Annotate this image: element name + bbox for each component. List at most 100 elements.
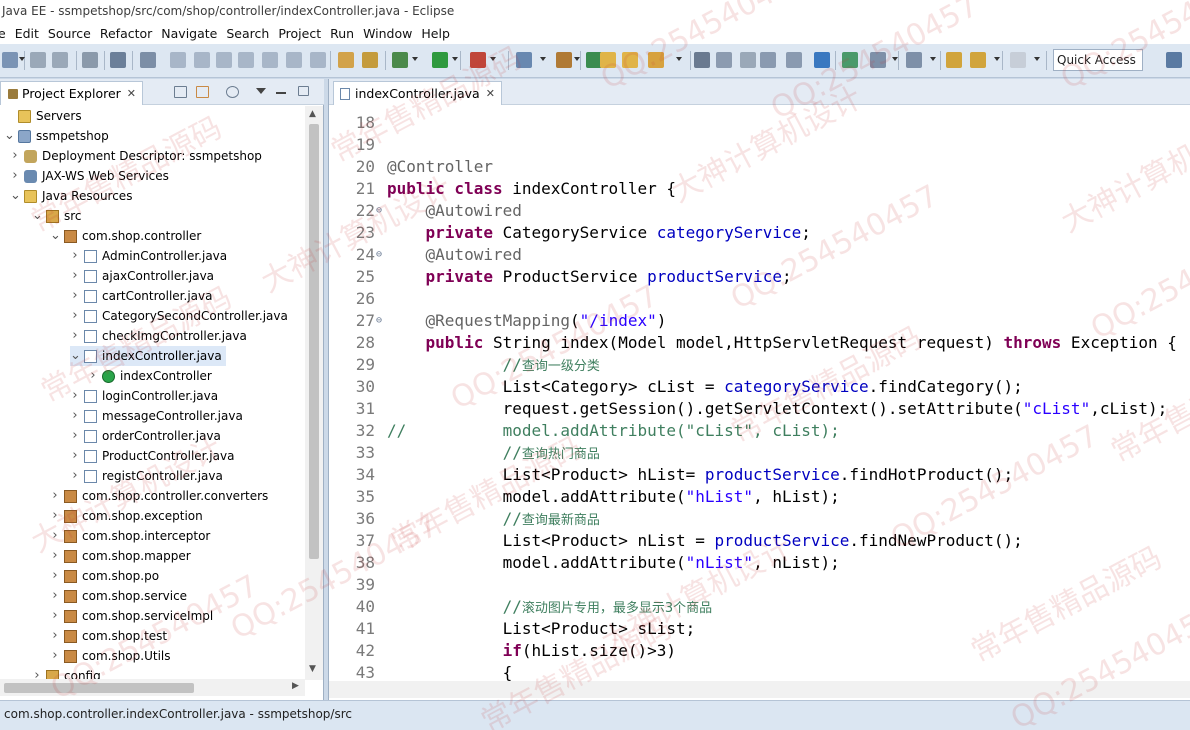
annotation-icon[interactable] xyxy=(716,52,732,68)
chevron-right-icon[interactable]: › xyxy=(70,466,80,486)
chevron-down-icon[interactable] xyxy=(1034,57,1040,61)
tree-item[interactable]: › com.shop.service xyxy=(50,586,187,606)
forward-icon[interactable] xyxy=(1010,52,1026,68)
chevron-down-icon[interactable] xyxy=(452,57,458,61)
tree-item[interactable]: › AdminController.java xyxy=(70,246,227,266)
menu-item-source[interactable]: Source xyxy=(48,26,99,41)
block-selection-icon[interactable] xyxy=(760,52,776,68)
tree-item[interactable]: › registController.java xyxy=(70,466,222,486)
save-icon[interactable] xyxy=(30,52,46,68)
tree-item[interactable]: › config xyxy=(32,666,101,680)
chevron-right-icon[interactable]: › xyxy=(50,526,60,546)
menu-item-search[interactable]: Search xyxy=(226,26,277,41)
step-over-icon[interactable] xyxy=(286,52,302,68)
chevron-right-icon[interactable]: › xyxy=(70,386,80,406)
open-folder-icon[interactable] xyxy=(600,52,616,68)
last-edit-icon[interactable] xyxy=(946,52,962,68)
tree-item[interactable]: › ProductController.java xyxy=(70,446,234,466)
suspend-icon[interactable] xyxy=(194,52,210,68)
step-into-icon[interactable] xyxy=(262,52,278,68)
fold-toggle-icon[interactable]: ⊖ xyxy=(376,244,382,266)
chevron-down-icon[interactable] xyxy=(676,57,682,61)
tab-project-explorer[interactable]: Project Explorer ✕ xyxy=(0,81,144,105)
chevron-down-icon[interactable] xyxy=(540,57,546,61)
chevron-right-icon[interactable]: › xyxy=(50,626,60,646)
tree-item[interactable]: › loginController.java xyxy=(70,386,218,406)
fold-toggle-icon[interactable]: ⊖ xyxy=(376,310,382,332)
prev-annotation-icon[interactable] xyxy=(906,52,922,68)
chevron-right-icon[interactable]: › xyxy=(50,566,60,586)
chevron-down-icon[interactable] xyxy=(574,57,580,61)
close-icon[interactable]: ✕ xyxy=(486,87,495,100)
scroll-up-icon[interactable]: ▲ xyxy=(309,109,316,119)
disconnect-icon[interactable] xyxy=(238,52,254,68)
menu-item-refactor[interactable]: Refactor xyxy=(100,26,160,41)
tree-item[interactable]: › com.shop.exception xyxy=(50,506,202,526)
tree-item[interactable]: › com.shop.po xyxy=(50,566,159,586)
tree-item[interactable]: › CategorySecondController.java xyxy=(70,306,287,326)
chevron-right-icon[interactable]: › xyxy=(70,406,80,426)
minimize-icon[interactable] xyxy=(276,92,286,94)
resume-icon[interactable] xyxy=(170,52,186,68)
code-area[interactable]: 18 19 20 @Controller 21 public class indexCon… xyxy=(329,106,1190,686)
quick-access-input[interactable]: Quick Access xyxy=(1053,49,1143,71)
chevron-right-icon[interactable]: › xyxy=(10,146,20,166)
tree-item[interactable]: › com.shop.interceptor xyxy=(50,526,210,546)
chevron-down-icon[interactable]: ⌄ xyxy=(50,226,61,246)
tree-item[interactable]: Servers xyxy=(4,106,82,126)
tree-vertical-scroll-thumb[interactable] xyxy=(309,124,319,559)
use-step-filters-icon[interactable] xyxy=(338,52,354,68)
tree-item[interactable]: › com.shop.test xyxy=(50,626,167,646)
menu-item-help[interactable]: Help xyxy=(421,26,458,41)
scroll-right-icon[interactable]: ▶ xyxy=(292,681,299,691)
tree-item[interactable]: ⌄ com.shop.controller xyxy=(50,226,201,246)
chevron-right-icon[interactable]: › xyxy=(50,486,60,506)
maximize-icon[interactable] xyxy=(298,86,309,96)
whitespace-icon[interactable] xyxy=(786,52,802,68)
globe-icon[interactable] xyxy=(814,52,830,68)
menu-item-e[interactable]: e xyxy=(0,26,14,41)
chevron-right-icon[interactable]: › xyxy=(50,606,60,626)
tab-index-controller[interactable]: indexController.java ✕ xyxy=(333,81,502,105)
tree-item[interactable]: › Deployment Descriptor: ssmpetshop xyxy=(10,146,262,166)
chevron-right-icon[interactable]: › xyxy=(50,586,60,606)
step-return-icon[interactable] xyxy=(310,52,326,68)
tree-item[interactable]: ⌄ ssmpetshop xyxy=(4,126,109,146)
menu-item-project[interactable]: Project xyxy=(278,26,329,41)
back-icon[interactable] xyxy=(970,52,986,68)
print-icon[interactable] xyxy=(82,52,98,68)
chevron-right-icon[interactable]: › xyxy=(70,286,80,306)
tree-item[interactable]: › checkImgController.java xyxy=(70,326,246,346)
tree-item[interactable]: › JAX-WS Web Services xyxy=(10,166,169,186)
chevron-right-icon[interactable]: › xyxy=(70,306,80,326)
tree-item[interactable]: › com.shop.mapper xyxy=(50,546,190,566)
chevron-right-icon[interactable]: › xyxy=(10,166,20,186)
open-type-icon[interactable] xyxy=(362,52,378,68)
mark-occurrences-icon[interactable] xyxy=(740,52,756,68)
next-annotation-icon[interactable] xyxy=(870,52,886,68)
editor-horizontal-scrollbar[interactable] xyxy=(329,681,1190,698)
new-icon[interactable] xyxy=(2,52,18,68)
collapse-all-icon[interactable] xyxy=(174,86,187,98)
console-icon[interactable] xyxy=(110,52,126,68)
tree-item[interactable]: › orderController.java xyxy=(70,426,221,446)
debug-icon[interactable] xyxy=(392,52,408,68)
menu-item-navigate[interactable]: Navigate xyxy=(161,26,225,41)
tree-horizontal-scrollbar[interactable]: ▶ xyxy=(0,679,305,696)
chevron-right-icon[interactable]: › xyxy=(70,246,80,266)
run-icon[interactable] xyxy=(432,52,448,68)
chevron-down-icon[interactable]: ⌄ xyxy=(32,206,43,226)
chevron-right-icon[interactable]: › xyxy=(32,666,42,680)
run-external-icon[interactable] xyxy=(470,52,486,68)
tree-item[interactable]: › com.shop.serviceImpl xyxy=(50,606,213,626)
new-java-project-icon[interactable] xyxy=(516,52,532,68)
save-all-icon[interactable] xyxy=(52,52,68,68)
chevron-right-icon[interactable]: › xyxy=(88,366,98,386)
tree-item[interactable]: ⌄ src xyxy=(32,206,82,226)
menu-item-run[interactable]: Run xyxy=(330,26,362,41)
filter-icon[interactable] xyxy=(226,86,239,98)
tree-item[interactable]: › cartController.java xyxy=(70,286,212,306)
skip-breakpoints-icon[interactable] xyxy=(140,52,156,68)
tree-horizontal-scroll-thumb[interactable] xyxy=(4,683,194,693)
chevron-down-icon[interactable] xyxy=(490,57,496,61)
